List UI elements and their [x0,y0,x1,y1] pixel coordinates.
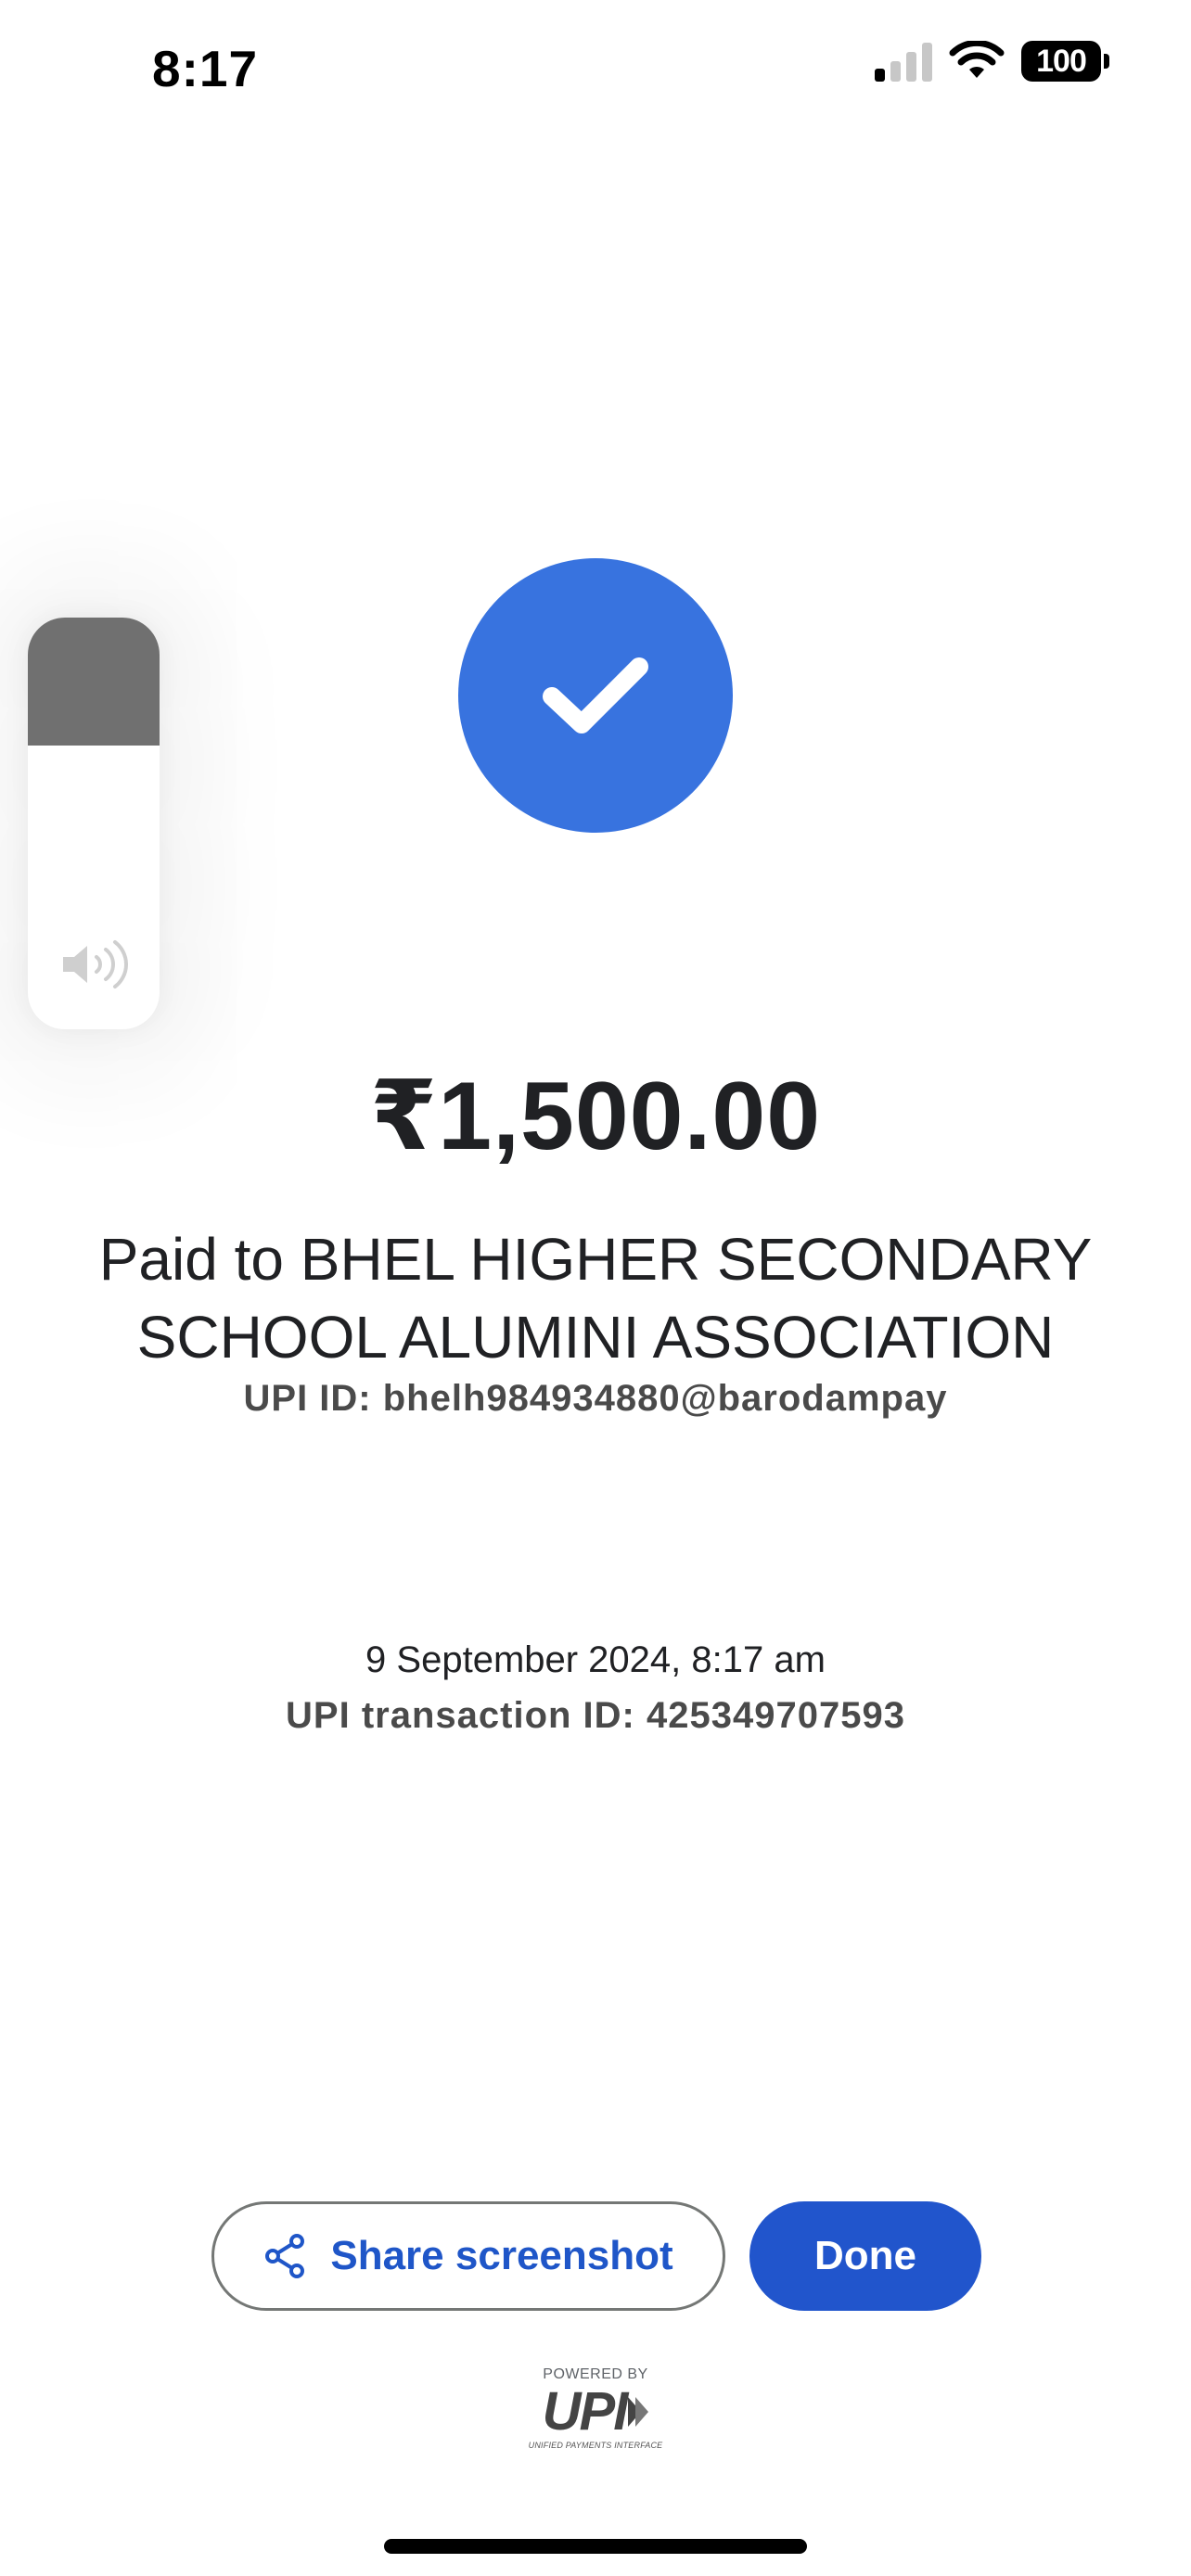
home-indicator[interactable] [384,2539,807,2554]
volume-level-fill [28,618,160,746]
cellular-signal-icon [875,41,932,82]
battery-level: 100 [1021,41,1101,82]
checkmark-icon [543,657,648,733]
battery-icon: 100 [1021,41,1109,82]
upi-wordmark: UPI [542,2381,629,2442]
payee-upi-id: UPI ID: bhelh984934880@barodampay [243,1378,948,1419]
volume-slider[interactable] [28,618,160,1029]
payee-name: Paid to BHEL HIGHER SECONDARY SCHOOL ALU… [98,1226,1093,1371]
upi-subtitle: UNIFIED PAYMENTS INTERFACE [528,2441,663,2450]
status-bar-time: 8:17 [152,40,259,97]
status-bar-indicators: 100 [875,41,1109,82]
transaction-date-time: 9 September 2024, 8:17 am [365,1639,826,1680]
share-icon [265,2234,305,2278]
speaker-icon [63,940,128,988]
transaction-id: UPI transaction ID: 425349707593 [286,1695,905,1736]
wifi-icon [949,41,1005,78]
upi-logo: POWERED BY UPI UNIFIED PAYMENTS INTERFAC… [519,2366,672,2450]
upi-arrow-icon [628,2397,649,2427]
share-screenshot-label: Share screenshot [330,2233,673,2278]
success-check-badge [458,558,733,833]
share-screenshot-button[interactable]: Share screenshot [211,2201,725,2311]
done-button[interactable]: Done [749,2201,981,2311]
payment-amount: ₹1,500.00 [369,1063,822,1170]
